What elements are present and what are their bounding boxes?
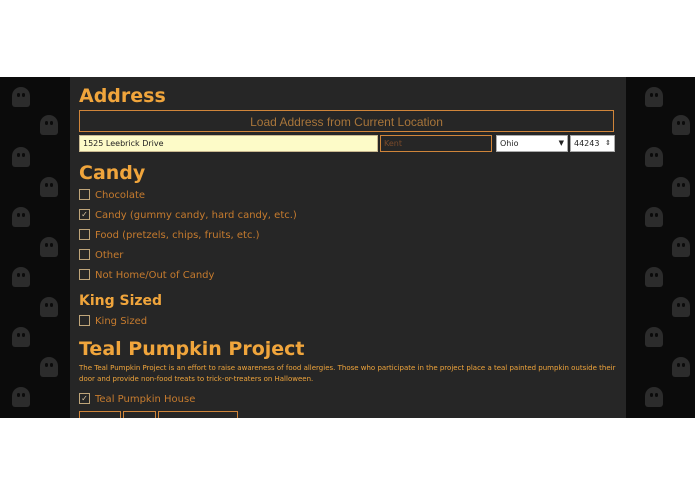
page-viewport: Address Load Address from Current Locati… (0, 77, 695, 418)
ghost-icon (40, 237, 58, 257)
checkbox-checked[interactable]: ✓ (79, 209, 90, 220)
checkbox-label: Not Home/Out of Candy (95, 270, 215, 281)
checkbox[interactable] (79, 189, 90, 200)
checkbox[interactable] (79, 229, 90, 240)
city-field[interactable]: Kent (380, 135, 492, 152)
form-button[interactable] (158, 411, 238, 418)
state-select[interactable]: Ohio ▼ (496, 135, 568, 152)
ghost-icon (12, 387, 30, 407)
checkbox-label: Teal Pumpkin House (95, 394, 196, 405)
ghost-icon (672, 357, 690, 377)
teal-pumpkin-heading: Teal Pumpkin Project (79, 338, 305, 360)
checkbox-label: Chocolate (95, 190, 146, 201)
ghost-icon (672, 297, 690, 317)
zip-stepper[interactable]: 44243 ⇕ (570, 135, 615, 152)
zip-value: 44243 (574, 139, 600, 148)
chevron-down-icon: ▼ (558, 139, 564, 147)
checkbox-label: Candy (gummy candy, hard candy, etc.) (95, 210, 297, 221)
ghost-icon (645, 387, 663, 407)
form-panel: Address Load Address from Current Locati… (70, 77, 626, 418)
candy-heading: Candy (79, 162, 146, 184)
ghost-icon (12, 267, 30, 287)
ghost-icon (12, 147, 30, 167)
ghost-icon (645, 87, 663, 107)
checkbox-label: King Sized (95, 316, 148, 327)
street-field[interactable]: 1525 Leebrick Drive (79, 135, 378, 152)
checkbox-checked[interactable]: ✓ (79, 393, 90, 404)
ghost-icon (40, 115, 58, 135)
checkbox[interactable] (79, 315, 90, 326)
checkbox-label: Food (pretzels, chips, fruits, etc.) (95, 230, 260, 241)
checkbox-label: Other (95, 250, 124, 261)
checkbox[interactable] (79, 249, 90, 260)
state-value: Ohio (500, 139, 519, 148)
ghost-icon (672, 177, 690, 197)
ghost-icon (645, 207, 663, 227)
ghost-icon (40, 177, 58, 197)
ghost-icon (645, 147, 663, 167)
ghost-icon (40, 357, 58, 377)
king-sized-heading: King Sized (79, 293, 163, 309)
ghost-icon (645, 327, 663, 347)
ghost-icon (12, 327, 30, 347)
teal-pumpkin-description: The Teal Pumpkin Project is an effort to… (79, 364, 616, 383)
form-button[interactable] (123, 411, 156, 418)
ghost-icon (12, 207, 30, 227)
address-heading: Address (79, 85, 166, 107)
stepper-arrows-icon: ⇕ (605, 139, 611, 147)
load-address-button[interactable]: Load Address from Current Location (79, 110, 614, 132)
ghost-icon (645, 267, 663, 287)
ghost-icon (672, 237, 690, 257)
ghost-icon (40, 297, 58, 317)
ghost-icon (672, 115, 690, 135)
form-button[interactable] (79, 411, 121, 418)
ghost-icon (12, 87, 30, 107)
checkbox[interactable] (79, 269, 90, 280)
